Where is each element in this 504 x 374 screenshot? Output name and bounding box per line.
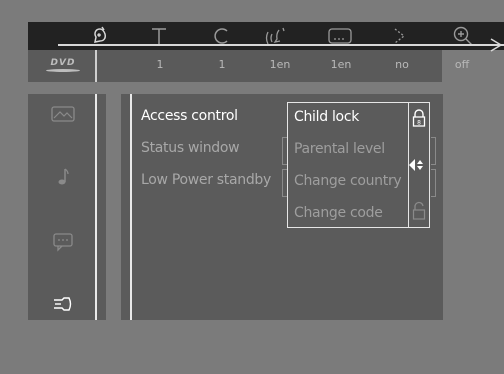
status-zoom: off bbox=[454, 58, 470, 71]
status-title: 1 bbox=[156, 58, 164, 71]
svg-text:8: 8 bbox=[417, 120, 421, 127]
arrow-icon bbox=[489, 36, 503, 52]
submenu-item-child-lock[interactable]: Child lock bbox=[294, 109, 359, 125]
toolbar bbox=[28, 22, 504, 52]
status-divider bbox=[95, 50, 97, 82]
navigation-arrows-icon bbox=[407, 156, 425, 174]
status-bar: DVD 1 1 1en 1en no off bbox=[28, 50, 469, 82]
submenu-item-change-code[interactable]: Change code bbox=[294, 205, 383, 221]
submenu-item-parental-level[interactable]: Parental level bbox=[294, 141, 385, 157]
lock-open-icon[interactable] bbox=[411, 201, 427, 221]
music-note-icon[interactable] bbox=[48, 166, 78, 188]
lock-closed-icon[interactable]: 8 bbox=[411, 108, 427, 128]
value-bracket bbox=[431, 169, 436, 197]
picture-icon[interactable] bbox=[48, 103, 78, 125]
menu-item-access-control[interactable]: Access control bbox=[141, 108, 238, 124]
speech-bubble-icon[interactable] bbox=[48, 231, 78, 253]
submenu-item-change-country[interactable]: Change country bbox=[294, 173, 402, 189]
access-control-submenu: Child lock Parental level Change country… bbox=[287, 102, 409, 228]
sidebar-divider bbox=[95, 94, 97, 320]
value-bracket bbox=[431, 137, 436, 165]
sidebar bbox=[28, 94, 106, 320]
dvd-logo: DVD bbox=[38, 58, 88, 74]
status-chapter: 1 bbox=[218, 58, 226, 71]
dvd-logo-text: DVD bbox=[50, 58, 76, 68]
toolbar-underline bbox=[58, 44, 504, 46]
status-audio: 1en bbox=[269, 58, 291, 71]
settings-panel: Access control Status window Low Power s… bbox=[121, 94, 443, 320]
status-subtitle: 1en bbox=[330, 58, 352, 71]
plug-icon[interactable] bbox=[48, 293, 78, 315]
panel-divider bbox=[130, 94, 132, 320]
dvd-logo-swoosh bbox=[46, 69, 80, 72]
menu-item-status-window[interactable]: Status window bbox=[141, 140, 240, 156]
menu-item-low-power-standby[interactable]: Low Power standby bbox=[141, 172, 271, 188]
status-angle: no bbox=[395, 58, 409, 71]
